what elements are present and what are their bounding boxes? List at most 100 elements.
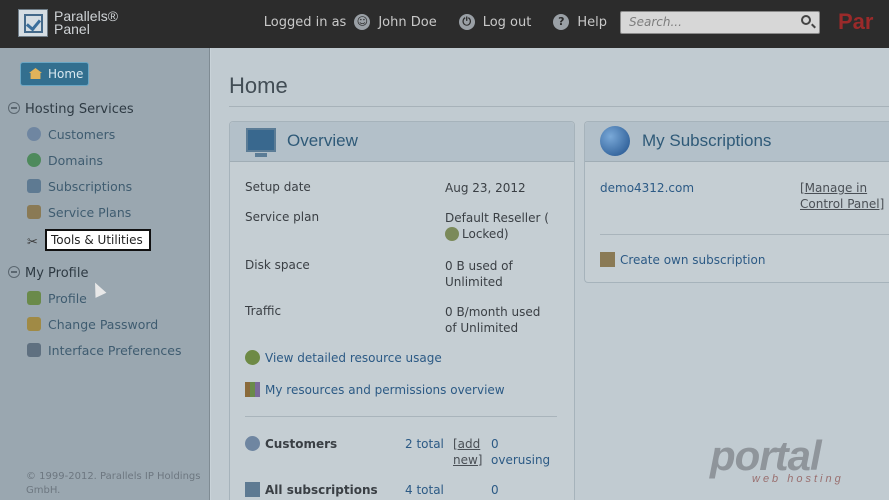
customers-overusing[interactable]: 0 overusing: [491, 436, 550, 468]
service-plan-value: Default Reseller ( Locked): [445, 210, 565, 242]
subscription-domain-link[interactable]: demo4312.com: [600, 180, 694, 196]
create-subscription-link[interactable]: Create own subscription: [600, 252, 765, 268]
sidebar-item-subscriptions[interactable]: Subscriptions: [27, 179, 132, 194]
add-customer-line1: [add: [453, 437, 481, 451]
my-subscriptions-title: My Subscriptions: [642, 131, 772, 150]
home-button[interactable]: Home: [20, 62, 89, 86]
logo-checkbox-icon: [18, 9, 48, 37]
disk-space-limit: Unlimited: [445, 275, 503, 289]
setup-date-label: Setup date: [245, 180, 311, 194]
bar-chart-icon: [245, 382, 260, 397]
preferences-icon: [27, 343, 41, 357]
disk-space-value: 0 B used of Unlimited: [445, 258, 513, 290]
resource-usage-label: View detailed resource usage: [265, 351, 442, 365]
sidebar-item-label: Subscriptions: [48, 179, 133, 194]
copyright: © 1999-2012. Parallels IP Holdings GmbH.: [26, 471, 201, 496]
customers-row-label: Customers: [245, 436, 337, 452]
create-subscription-label: Create own subscription: [620, 253, 766, 267]
pie-chart-icon: [245, 350, 260, 365]
user-nav: Logged in as ☺ John Doe ⏻ Log out ? Help: [264, 14, 607, 30]
traffic-used: 0 B/month used: [445, 305, 541, 319]
subscriptions-total-link[interactable]: 4 total: [405, 482, 444, 498]
search-icon[interactable]: [801, 15, 811, 25]
sidebar-item-domains[interactable]: Domains: [27, 153, 103, 168]
collapse-icon[interactable]: [8, 102, 20, 114]
overview-panel: Overview Setup date Aug 23, 2012 Service…: [229, 121, 575, 500]
traffic-label: Traffic: [245, 304, 282, 318]
subscription-icon: [245, 482, 260, 497]
overview-header: Overview: [230, 122, 574, 162]
service-plan-locked: Locked): [462, 227, 509, 241]
sidebar-item-change-password[interactable]: Change Password: [27, 317, 158, 332]
manage-line1: [Manage in: [800, 181, 868, 195]
collapse-icon[interactable]: [8, 266, 20, 278]
manage-control-panel-link[interactable]: [Manage in Control Panel]: [800, 180, 884, 212]
sidebar-item-customers[interactable]: Customers: [27, 127, 115, 142]
customers-label: Customers: [265, 437, 338, 451]
add-customer-line2: new]: [453, 453, 483, 467]
traffic-value: 0 B/month used of Unlimited: [445, 304, 540, 336]
overusing-count: 0: [491, 437, 499, 451]
subscriptions-overusing[interactable]: 0: [491, 482, 499, 498]
my-subscriptions-panel: My Subscriptions demo4312.com [Manage in…: [584, 121, 889, 283]
help-link[interactable]: Help: [577, 15, 607, 30]
permissions-overview-link[interactable]: My resources and permissions overview: [245, 382, 505, 398]
customer-icon: [245, 436, 260, 451]
disk-space-label: Disk space: [245, 258, 310, 272]
customers-total-link[interactable]: 2 total: [405, 436, 444, 452]
title-divider: [229, 106, 889, 107]
overview-divider: [245, 416, 557, 417]
setup-date-value: Aug 23, 2012: [445, 181, 526, 195]
my-profile-label: My Profile: [25, 266, 89, 281]
logo-line2: Panel: [54, 21, 90, 37]
search-placeholder: Search...: [629, 15, 682, 29]
my-profile-section[interactable]: My Profile: [8, 266, 88, 281]
sidebar-item-label: Profile: [48, 291, 87, 306]
service-plan-label: Service plan: [245, 210, 320, 224]
subscriptions-label: All subscriptions: [265, 483, 378, 497]
hosting-services-label: Hosting Services: [25, 102, 134, 117]
subscriptions-row-label: All subscriptions: [245, 482, 378, 498]
sidebar-item-label: Customers: [48, 127, 116, 142]
sidebar-item-label: Domains: [48, 153, 104, 168]
my-subscriptions-header: My Subscriptions: [585, 122, 889, 162]
sidebar-item-interface-preferences[interactable]: Interface Preferences: [27, 343, 181, 358]
portal-watermark-subtitle: web hosting: [752, 473, 844, 485]
traffic-limit: of Unlimited: [445, 321, 519, 335]
manage-line2: Control Panel]: [800, 197, 885, 211]
add-subscription-icon: [600, 252, 615, 267]
logged-in-label: Logged in as: [263, 14, 347, 30]
sidebar-item-profile[interactable]: Profile: [27, 291, 87, 306]
sidebar-item-label: Change Password: [48, 317, 159, 332]
resource-usage-link[interactable]: View detailed resource usage: [245, 350, 442, 366]
sidebar: Home Hosting Services Customers Domains …: [0, 48, 210, 500]
user-name-link[interactable]: John Doe: [378, 15, 436, 30]
power-icon: ⏻: [458, 14, 475, 30]
tools-utilities-highlight[interactable]: Tools & Utilities: [45, 229, 151, 251]
lock-icon: [445, 227, 459, 241]
overview-title: Overview: [287, 131, 358, 150]
sidebar-item-label: Interface Preferences: [48, 343, 182, 358]
parallels-logo[interactable]: Parallels® Panel: [18, 9, 118, 37]
service-plan-name: Default Reseller (: [445, 211, 549, 225]
overusing-label: overusing: [491, 453, 551, 467]
home-label: Home: [48, 67, 84, 81]
top-bar: Parallels® Panel Logged in as ☺ John Doe…: [0, 0, 889, 48]
logout-link[interactable]: Log out: [483, 15, 532, 30]
profile-icon: [27, 291, 41, 305]
help-icon: ?: [553, 14, 570, 30]
permissions-overview-label: My resources and permissions overview: [265, 383, 505, 397]
add-customer-link[interactable]: [add new]: [453, 436, 482, 468]
disk-space-used: 0 B used of: [445, 259, 513, 273]
page-title: Home: [229, 73, 288, 98]
customer-icon: [27, 127, 41, 141]
user-icon: ☺: [354, 14, 371, 30]
hosting-services-section[interactable]: Hosting Services: [8, 102, 134, 117]
service-plan-icon: [27, 205, 41, 219]
key-icon: [27, 317, 41, 331]
tools-icon: ✂: [27, 235, 38, 250]
sidebar-item-service-plans[interactable]: Service Plans: [27, 205, 131, 220]
subscriptions-divider: [600, 234, 889, 235]
domain-icon: [27, 153, 41, 167]
search-input[interactable]: Search...: [620, 11, 820, 34]
